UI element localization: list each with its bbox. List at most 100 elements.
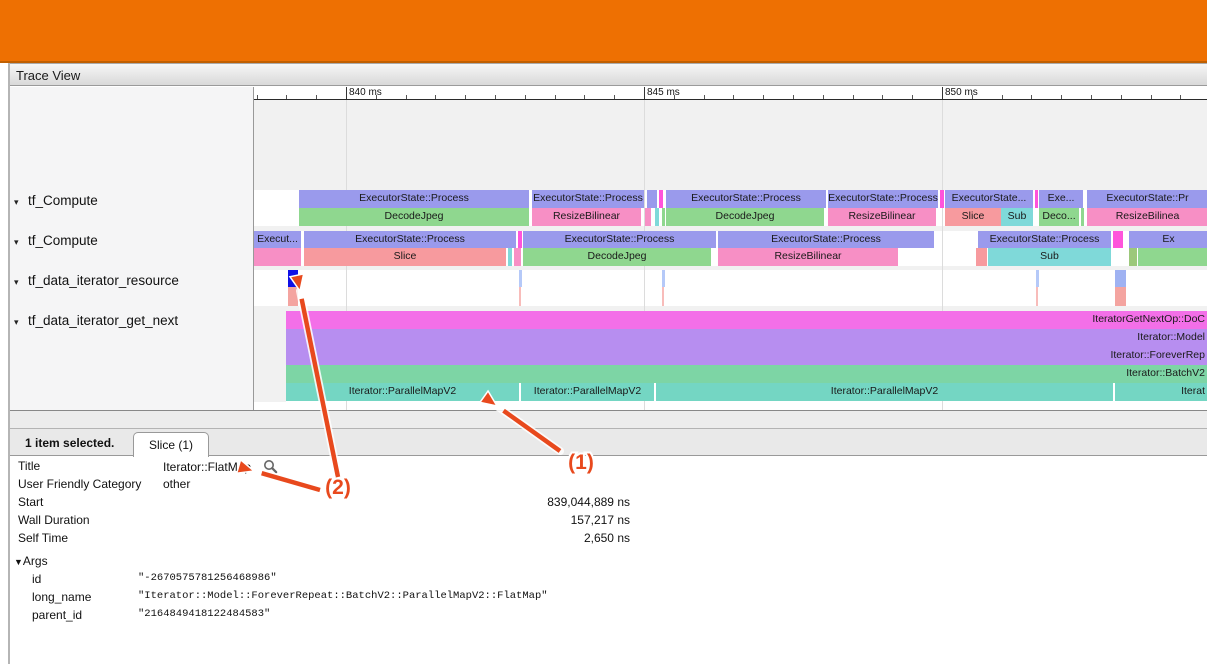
arg-row: id"-2670575781256468986" <box>8 570 1207 588</box>
disclosure-triangle-icon[interactable]: ▾ <box>14 237 28 248</box>
timeline-slice-sliver[interactable] <box>1036 270 1039 287</box>
timeline-slice-sliver[interactable] <box>519 287 521 306</box>
timeline-slice-sliver[interactable] <box>647 190 657 208</box>
timeline-slice-sliver[interactable] <box>1129 248 1137 266</box>
ruler-minor-tick <box>763 95 764 99</box>
timeline-slice[interactable]: DecodeJpeg <box>666 208 824 226</box>
timeline-slice[interactable]: ExecutorState::Process <box>304 231 516 248</box>
timeline-slice[interactable]: DecodeJpeg <box>299 208 529 226</box>
timeline-slice[interactable]: DecodeJpeg <box>523 248 711 266</box>
arg-value: "Iterator::Model::ForeverRepeat::BatchV2… <box>138 590 548 602</box>
track-label-tf_data_iterator_get_next[interactable]: ▾tf_data_iterator_get_next <box>14 313 178 328</box>
track-label-tf_data_iterator_resource[interactable]: ▾tf_data_iterator_resource <box>14 273 179 288</box>
timeline-slice-sliver[interactable] <box>514 248 521 266</box>
timeline-slice[interactable]: ExecutorState... <box>945 190 1033 208</box>
analysis-tabstrip: 1 item selected. Slice (1) <box>8 428 1207 456</box>
timeline-slice[interactable]: IteratorGetNextOp::DoC <box>286 311 1207 329</box>
timeline-slice[interactable]: Iterator::ParallelMapV2 <box>521 383 654 401</box>
track-name: tf_data_iterator_get_next <box>28 313 178 328</box>
args-toggle[interactable]: ▼Args <box>14 554 48 568</box>
timeline-slice[interactable]: ResizeBilinear <box>828 208 936 226</box>
timeline-slice-sliver[interactable] <box>659 190 663 208</box>
ruler-minor-tick <box>525 95 526 99</box>
arg-value: "-2670575781256468986" <box>138 572 277 584</box>
ruler-minor-tick <box>1061 95 1062 99</box>
selected-slice[interactable] <box>288 270 298 287</box>
timeline-slice[interactable]: Iterat <box>1115 383 1207 401</box>
detail-value: 157,217 ns <box>163 513 630 527</box>
top-banner <box>0 0 1207 63</box>
ruler-minor-tick <box>257 95 258 99</box>
timeline-slice[interactable]: ExecutorState::Process <box>299 190 529 208</box>
ruler-minor-tick <box>495 95 496 99</box>
timeline-slice[interactable]: ResizeBilinear <box>532 208 641 226</box>
ruler-minor-tick <box>465 95 466 99</box>
timeline-slice[interactable]: Sub <box>988 248 1111 266</box>
timeline-slice-sliver[interactable] <box>662 287 664 306</box>
timeline-slice-sliver[interactable] <box>662 270 665 287</box>
timeline-slice-sliver[interactable] <box>1035 190 1038 208</box>
detail-row: Start839,044,889 ns <box>8 493 1207 511</box>
timeline-slice[interactable]: ExecutorState::Process <box>828 190 938 208</box>
track-label-tf_Compute[interactable]: ▾tf_Compute <box>14 233 98 248</box>
disclosure-triangle-icon[interactable]: ▾ <box>14 197 28 208</box>
timeline-slice[interactable]: Exe... <box>1039 190 1083 208</box>
timeline-slice-sliver[interactable] <box>1081 208 1084 226</box>
args-disclosure-icon[interactable]: ▼ <box>14 557 23 567</box>
timeline-slice[interactable]: Iterator::ForeverRep <box>286 347 1207 365</box>
ruler-minor-tick <box>1031 95 1032 99</box>
timeline-slice[interactable]: Slice <box>304 248 506 266</box>
timeline-slice-sliver[interactable] <box>508 248 512 266</box>
timeline-slice[interactable]: ResizeBilinea <box>1087 208 1207 226</box>
detail-value: Iterator::FlatMap <box>163 459 278 474</box>
timeline-slice-sliver[interactable] <box>288 287 298 306</box>
timeline-canvas[interactable]: ExecutorState::ProcessExecutorState::Pro… <box>254 100 1207 410</box>
arg-key: parent_id <box>32 608 82 622</box>
track-background <box>254 270 1207 306</box>
ruler-minor-tick <box>1180 95 1181 99</box>
tab-slice[interactable]: Slice (1) <box>133 432 209 457</box>
timeline-slice[interactable]: Deco... <box>1039 208 1079 226</box>
timeline-slice[interactable]: ExecutorState::Process <box>666 190 826 208</box>
disclosure-triangle-icon[interactable]: ▾ <box>14 277 28 288</box>
timeline-slice[interactable]: ExecutorState::Process <box>523 231 716 248</box>
track-label-tf_Compute[interactable]: ▾tf_Compute <box>14 193 98 208</box>
timeline-slice-sliver[interactable] <box>976 248 987 266</box>
timeline-slice-sliver[interactable] <box>655 208 659 226</box>
timeline-slice-sliver[interactable] <box>518 231 522 248</box>
timeline-ruler: 840 ms845 ms850 ms <box>254 87 1207 100</box>
timeline-slice[interactable]: Iterator::Model <box>286 329 1207 347</box>
timeline-slice[interactable]: ExecutorState::Process <box>718 231 934 248</box>
timeline-slice[interactable]: Slice <box>945 208 1001 226</box>
timeline-slice[interactable]: ResizeBilinear <box>718 248 898 266</box>
ruler-minor-tick <box>972 95 973 99</box>
timeline-slice-sliver[interactable] <box>645 208 651 226</box>
timeline-slice[interactable]: ExecutorState::Pr <box>1087 190 1207 208</box>
magnifier-icon[interactable] <box>263 459 278 474</box>
disclosure-triangle-icon[interactable]: ▾ <box>14 317 28 328</box>
track-label-panel: ▾tf_Compute▾tf_Compute▾tf_data_iterator_… <box>8 87 254 410</box>
ruler-tick-label: 850 ms <box>945 87 978 98</box>
panel-splitter[interactable] <box>8 410 1207 429</box>
timeline-slice[interactable]: ExecutorState::Process <box>532 190 644 208</box>
timeline-slice-sliver[interactable] <box>1138 248 1207 266</box>
timeline-slice[interactable]: Iterator::ParallelMapV2 <box>286 383 519 401</box>
timeline-slice[interactable]: ExecutorState::Process <box>978 231 1111 248</box>
timeline-slice-sliver[interactable] <box>940 190 944 208</box>
timeline-slice-sliver[interactable] <box>519 270 522 287</box>
timeline-slice-sliver[interactable] <box>254 248 301 266</box>
timeline-slice[interactable]: Iterator::ParallelMapV2 <box>656 383 1113 401</box>
timeline-slice-sliver[interactable] <box>662 208 665 226</box>
timeline-slice-sliver[interactable] <box>1036 287 1038 306</box>
timeline-slice[interactable]: Iterator::BatchV2 <box>286 365 1207 383</box>
timeline-slice-sliver[interactable] <box>1115 270 1126 287</box>
trace-viewer-page: Trace View ▾tf_Compute▾tf_Compute▾tf_dat… <box>0 0 1207 664</box>
timeline-slice-sliver[interactable] <box>1113 231 1123 248</box>
ruler-minor-tick <box>853 95 854 99</box>
ruler-major-tick <box>346 87 347 99</box>
timeline-slice[interactable]: Ex <box>1129 231 1207 248</box>
timeline-slice[interactable]: Execut... <box>254 231 301 248</box>
timeline-slice-sliver[interactable] <box>1115 287 1126 306</box>
timeline-slice[interactable]: Sub <box>1001 208 1033 226</box>
ruler-minor-tick <box>1002 95 1003 99</box>
